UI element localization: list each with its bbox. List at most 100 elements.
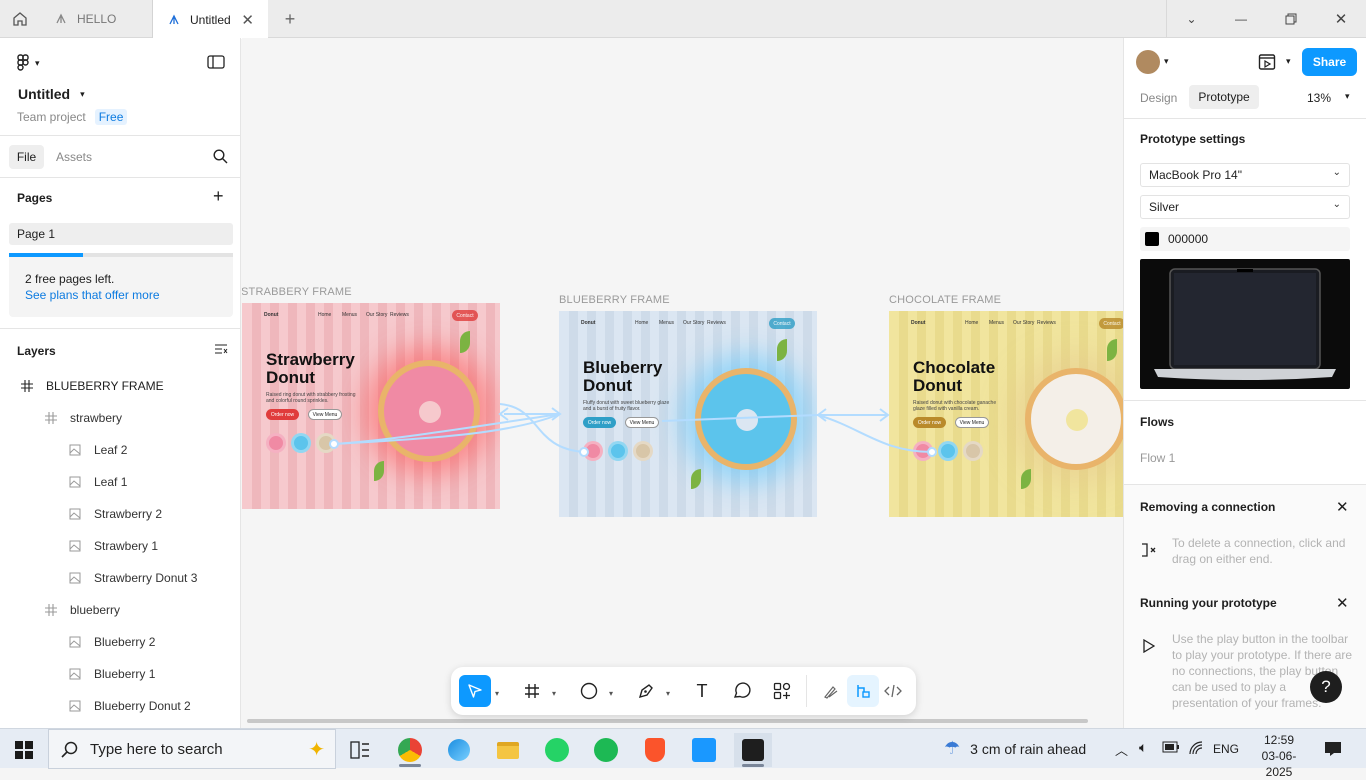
- color-swatch[interactable]: [1145, 232, 1159, 246]
- new-tab-button[interactable]: +: [268, 0, 312, 38]
- close-icon[interactable]: ✕: [1336, 594, 1349, 612]
- file-name-dropdown[interactable]: Untitled ▾: [18, 86, 85, 102]
- tab-untitled[interactable]: Untitled ✕: [153, 0, 268, 39]
- tab-file[interactable]: File: [9, 145, 44, 169]
- shape-tool[interactable]: [573, 675, 605, 707]
- add-page-button[interactable]: +: [213, 186, 224, 207]
- whatsapp-app[interactable]: [538, 733, 576, 767]
- chevron-down-icon[interactable]: ▾: [495, 689, 499, 698]
- toggle-sidebar-button[interactable]: [207, 55, 225, 72]
- prototype-settings-header: Prototype settings: [1140, 132, 1246, 146]
- prototype-mode-button[interactable]: [847, 675, 879, 707]
- layer-item[interactable]: Strawberry 2: [0, 498, 240, 530]
- comment-tool[interactable]: [726, 675, 758, 707]
- zoom-dropdown[interactable]: 13% ▾: [1307, 91, 1350, 105]
- edge-app[interactable]: [440, 733, 478, 767]
- language-indicator[interactable]: ENG: [1213, 742, 1239, 756]
- chevron-down-icon[interactable]: ▾: [552, 689, 556, 698]
- chrome-app[interactable]: [391, 733, 429, 767]
- prime-video-app[interactable]: [685, 733, 723, 767]
- model-select[interactable]: Silver ⌄: [1140, 195, 1350, 219]
- notifications-button[interactable]: [1324, 741, 1342, 760]
- frame-icon: [44, 411, 58, 425]
- device-preview: [1140, 259, 1350, 389]
- page-item[interactable]: Page 1: [9, 223, 233, 245]
- tab-dropdown-button[interactable]: ⌄: [1166, 0, 1216, 38]
- avatar[interactable]: [1136, 50, 1160, 74]
- bottom-toolbar: ▾ ▾ ▾ ▾ T: [451, 667, 916, 715]
- search-layers-button[interactable]: [213, 149, 228, 167]
- brave-icon: [645, 738, 665, 762]
- chevron-down-icon: ⌄: [1186, 12, 1197, 26]
- weather-widget[interactable]: ☂ 3 cm of rain ahead: [944, 738, 1086, 759]
- pen-tool[interactable]: [630, 675, 662, 707]
- text-tool[interactable]: T: [686, 675, 718, 707]
- move-tool[interactable]: [459, 675, 491, 707]
- tab-hello[interactable]: HELLO: [40, 0, 153, 38]
- dev-mode-button[interactable]: [877, 675, 909, 707]
- brave-app[interactable]: [636, 733, 674, 767]
- chevron-down-icon[interactable]: ▾: [1164, 56, 1169, 67]
- close-tab-icon[interactable]: ✕: [241, 11, 254, 29]
- layer-item[interactable]: Leaf 2: [0, 434, 240, 466]
- layer-item[interactable]: strawbery: [0, 402, 240, 434]
- spotify-app[interactable]: [587, 733, 625, 767]
- whatsapp-icon: [545, 738, 569, 762]
- layer-item[interactable]: Blueberry 1: [0, 658, 240, 690]
- frame-tool[interactable]: [516, 675, 548, 707]
- chevron-down-icon[interactable]: ▾: [609, 689, 613, 698]
- battery-icon[interactable]: [1162, 741, 1180, 756]
- plan-badge[interactable]: Free: [94, 109, 128, 125]
- layers-options-button[interactable]: [215, 344, 228, 358]
- layer-item[interactable]: Blueberry Donut 2: [0, 690, 240, 722]
- device-select[interactable]: MacBook Pro 14" ⌄: [1140, 163, 1350, 187]
- layer-item[interactable]: Blueberry 2: [0, 626, 240, 658]
- draw-mode-button[interactable]: [815, 675, 847, 707]
- chevron-down-icon[interactable]: ▾: [666, 689, 670, 698]
- horizontal-scrollbar[interactable]: [247, 719, 1088, 723]
- taskbar-search-box[interactable]: Type here to search ✦: [48, 729, 336, 769]
- design-canvas[interactable]: STRABBERY FRAME BLUEBERRY FRAME CHOCOLAT…: [242, 38, 1123, 728]
- layer-label: Leaf 1: [94, 475, 128, 489]
- tab-prototype[interactable]: Prototype: [1189, 85, 1259, 109]
- clock[interactable]: 12:59 03-06-2025: [1251, 732, 1307, 780]
- present-button[interactable]: [1258, 53, 1276, 74]
- layer-item[interactable]: BLUEBERRY FRAME: [0, 370, 240, 402]
- flow-item[interactable]: Flow 1: [1140, 451, 1175, 465]
- restore-button[interactable]: [1266, 0, 1316, 38]
- pages-usage-fill: [9, 253, 83, 257]
- volume-icon[interactable]: 🔈︎: [1139, 739, 1147, 756]
- chevron-up-icon: ︿: [1115, 743, 1129, 758]
- layer-item[interactable]: Strawbery 1: [0, 530, 240, 562]
- cursor-icon: [468, 684, 482, 698]
- removing-connection-header: Removing a connection: [1140, 500, 1276, 514]
- resources-tool[interactable]: [766, 675, 798, 707]
- layer-item[interactable]: blueberry: [0, 594, 240, 626]
- layer-item[interactable]: Strawberry Donut 3: [0, 562, 240, 594]
- show-hidden-icons-button[interactable]: ︿: [1115, 740, 1128, 759]
- tab-design[interactable]: Design: [1140, 91, 1177, 105]
- color-hex-value[interactable]: 000000: [1168, 232, 1208, 246]
- file-explorer-app[interactable]: [489, 733, 527, 767]
- main-menu-button[interactable]: ▾: [17, 54, 40, 72]
- figma-app[interactable]: [734, 733, 772, 767]
- start-button[interactable]: [5, 733, 43, 767]
- tab-label: Assets: [56, 150, 93, 164]
- chevron-down-icon[interactable]: ▾: [1286, 56, 1291, 67]
- background-color-field[interactable]: 000000: [1140, 227, 1350, 251]
- task-view-button[interactable]: [341, 733, 379, 767]
- search-placeholder: Type here to search: [90, 740, 223, 758]
- image-icon: [68, 667, 82, 681]
- plans-link[interactable]: See plans that offer more: [25, 288, 160, 302]
- network-icon[interactable]: [1188, 740, 1204, 759]
- minimize-button[interactable]: —: [1216, 0, 1266, 38]
- help-button[interactable]: ?: [1310, 671, 1342, 703]
- share-button[interactable]: Share: [1302, 48, 1357, 76]
- tab-assets[interactable]: Assets: [56, 150, 92, 164]
- close-window-button[interactable]: ✕: [1316, 0, 1366, 38]
- layer-item[interactable]: Leaf 1: [0, 466, 240, 498]
- home-button[interactable]: [0, 0, 40, 38]
- close-icon[interactable]: ✕: [1336, 498, 1349, 516]
- prototype-connections[interactable]: [242, 38, 1123, 728]
- copilot-icon: [448, 739, 470, 761]
